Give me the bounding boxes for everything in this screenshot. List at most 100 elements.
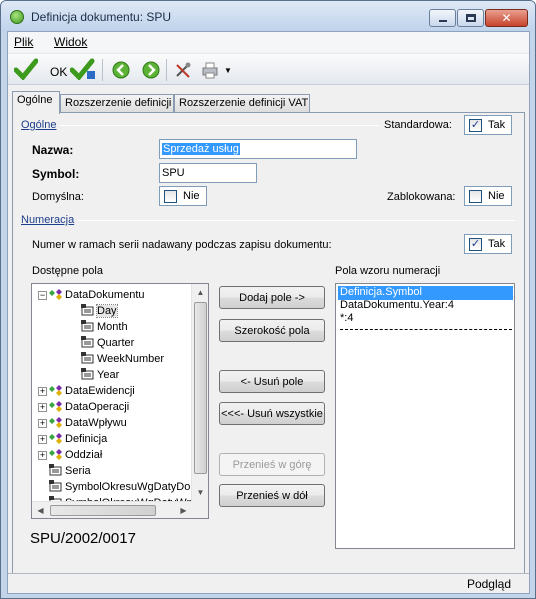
tab-general[interactable]: Ogólne <box>12 91 60 114</box>
checkmark-icon: ✓ <box>469 118 482 132</box>
tree-item[interactable]: + DataEwidencji <box>38 383 135 399</box>
expand-icon[interactable]: + <box>38 450 47 460</box>
tree-item[interactable]: + DataWpływu <box>38 415 127 431</box>
tab-definition-extension[interactable]: Rozszerzenie definicji <box>60 94 174 113</box>
remove-all-button[interactable]: <<<- Usuń wszystkie <box>219 402 325 425</box>
check-icon[interactable] <box>14 58 38 80</box>
name-input-value: Sprzedaż usług <box>162 143 240 155</box>
tree-item-label: DataEwidencji <box>65 385 135 397</box>
menu-file[interactable]: Plik <box>14 35 33 49</box>
standard-label: Standardowa: <box>384 119 452 131</box>
scroll-down-icon[interactable]: ▼ <box>192 484 208 501</box>
maximize-button[interactable] <box>457 9 484 27</box>
tree-item-label: Quarter <box>97 337 135 349</box>
checkbox-empty <box>469 189 482 203</box>
list-item[interactable]: Definicja.Symbol <box>338 286 513 300</box>
scroll-thumb[interactable] <box>194 302 207 474</box>
move-up-button[interactable]: Przenieś w górę <box>219 453 325 476</box>
toolbar-separator <box>166 59 167 81</box>
add-field-button[interactable]: Dodaj pole -> <box>219 286 325 309</box>
expand-icon[interactable]: + <box>38 434 47 444</box>
list-item[interactable]: DataDokumentu.Year:4 <box>338 299 456 313</box>
close-button[interactable]: ✕ <box>485 9 528 27</box>
tree-horizontal-scrollbar[interactable]: ◀ ▶ <box>32 501 192 518</box>
expand-icon[interactable]: + <box>38 386 47 396</box>
back-arrow-icon[interactable] <box>112 61 130 79</box>
title-bar: Definicja dokumentu: SPU ✕ <box>1 1 535 31</box>
tree-item[interactable]: Month <box>70 319 128 335</box>
close-icon: ✕ <box>501 11 512 25</box>
scroll-right-icon[interactable]: ▶ <box>175 502 192 518</box>
menu-bar: Plik Widok <box>8 32 529 52</box>
default-value: Nie <box>183 190 200 202</box>
default-checkbox[interactable]: Nie <box>159 186 207 206</box>
list-item[interactable]: *:4 <box>338 312 355 326</box>
field-icon <box>81 303 95 319</box>
tab-vat-extension[interactable]: Rozszerzenie definicji VAT <box>174 94 310 113</box>
apply-check-icon[interactable] <box>70 58 96 80</box>
tree-item[interactable]: Year <box>70 367 119 383</box>
printer-icon[interactable] <box>200 61 220 79</box>
field-group-icon <box>49 448 63 463</box>
tree-item[interactable]: + Definicja <box>38 431 107 447</box>
section-numbering-label: Numeracja <box>21 214 75 226</box>
preview-status-label[interactable]: Podgląd <box>467 577 511 591</box>
forward-arrow-icon[interactable] <box>142 61 160 79</box>
field-group-icon <box>49 400 63 415</box>
section-general-label: Ogólne <box>21 119 57 131</box>
tree-item-label: DataOperacji <box>65 401 130 413</box>
field-icon <box>49 479 63 495</box>
field-width-button[interactable]: Szerokość pola <box>219 319 325 342</box>
serial-numbering-value: Tak <box>488 238 506 250</box>
tree-item-label: Oddział <box>65 449 103 461</box>
chevron-down-icon[interactable]: ▼ <box>224 66 232 75</box>
standard-value: Tak <box>488 119 506 131</box>
tab-panel-general: Ogólne Standardowa: ✓ Tak Nazwa: Sprzeda… <box>12 112 525 578</box>
menu-view[interactable]: Widok <box>54 35 87 49</box>
remove-field-label: <- Usuń pole <box>240 375 304 388</box>
blocked-checkbox[interactable]: Nie <box>464 186 512 206</box>
minimize-button[interactable] <box>429 9 456 27</box>
pattern-fields-list[interactable]: Definicja.Symbol DataDokumentu.Year:4 *:… <box>335 283 515 549</box>
tree-item[interactable]: Quarter <box>70 335 134 351</box>
available-fields-tree[interactable]: − DataDokumentu Day Month Quarter WeekNumber Y… <box>31 283 209 519</box>
scroll-left-icon[interactable]: ◀ <box>32 502 49 518</box>
ok-button[interactable]: OK <box>50 65 67 79</box>
tree-item-label: DataWpływu <box>65 417 127 429</box>
app-icon <box>10 10 24 24</box>
scroll-up-icon[interactable]: ▲ <box>192 284 208 301</box>
section-divider <box>59 125 379 126</box>
scroll-thumb[interactable] <box>50 505 156 516</box>
serial-numbering-checkbox[interactable]: ✓ Tak <box>464 234 512 254</box>
collapse-icon[interactable]: − <box>38 290 47 300</box>
move-down-button[interactable]: Przenieś w dół <box>219 484 325 507</box>
symbol-input-value: SPU <box>162 167 185 179</box>
toolbar: OK ▼ <box>8 53 529 85</box>
pattern-fields-label: Pola wzoru numeracji <box>335 265 441 277</box>
move-up-label: Przenieś w górę <box>232 458 312 471</box>
tree-item[interactable]: Seria <box>38 463 91 479</box>
field-group-icon <box>49 288 63 303</box>
standard-checkbox[interactable]: ✓ Tak <box>464 115 512 135</box>
tree-item[interactable]: WeekNumber <box>70 351 164 367</box>
field-icon <box>81 367 95 383</box>
tools-icon[interactable] <box>174 61 192 79</box>
tree-item[interactable]: SymbolOkresuWgDatyDo <box>38 479 190 495</box>
checkbox-empty <box>164 189 177 203</box>
tree-item[interactable]: Day <box>70 303 118 319</box>
tree-vertical-scrollbar[interactable]: ▲ ▼ <box>191 284 208 518</box>
expand-icon[interactable]: + <box>38 402 47 412</box>
tree-item-label: Definicja <box>65 433 108 445</box>
field-icon <box>81 351 95 367</box>
tree-item-label: Year <box>97 369 120 381</box>
tree-item[interactable]: + DataOperacji <box>38 399 129 415</box>
symbol-input[interactable]: SPU <box>159 163 257 183</box>
blocked-value: Nie <box>488 190 505 202</box>
expand-icon[interactable]: + <box>38 418 47 428</box>
dialog-client: Plik Widok OK ▼ Ogólne Rozszerzenie defi… <box>7 31 530 594</box>
tree-item[interactable]: − DataDokumentu <box>38 287 145 303</box>
field-group-icon <box>49 432 63 447</box>
remove-field-button[interactable]: <- Usuń pole <box>219 370 325 393</box>
name-input[interactable]: Sprzedaż usług <box>159 139 357 159</box>
tree-item[interactable]: + Oddział <box>38 447 102 463</box>
